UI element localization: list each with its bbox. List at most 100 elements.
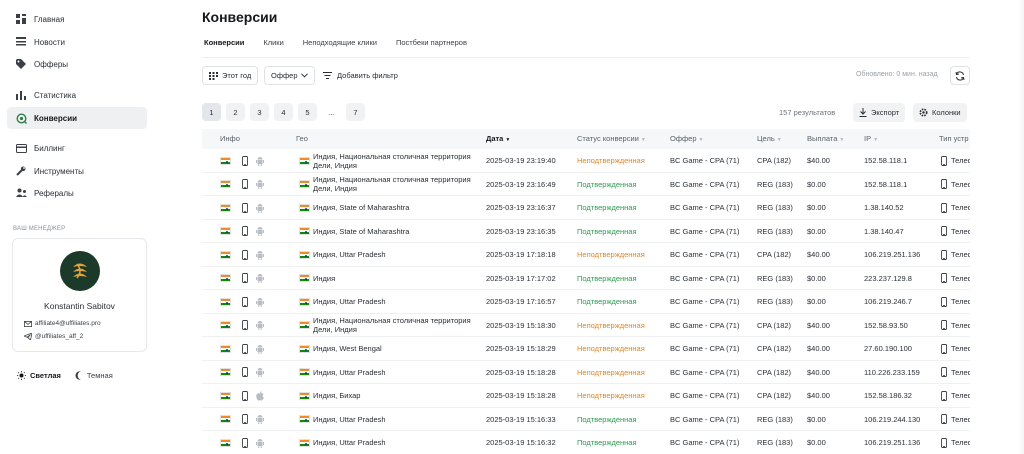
table-row[interactable]: Индия 2025-03-19 17:17:02 Подтвержденная BC… [202, 267, 970, 291]
sidebar-item-billing[interactable]: Биллинг [7, 137, 147, 159]
scrollbar[interactable] [1018, 0, 1024, 454]
theme-light-label: Светлая [30, 370, 61, 380]
export-button[interactable]: Экспорт [853, 103, 906, 122]
table-row[interactable]: Индия, Uttar Pradesh 2025-03-19 17:16:57 П… [202, 290, 970, 314]
sidebar-item-home[interactable]: Главная [7, 8, 147, 30]
bar-chart-icon [15, 89, 27, 101]
table-row[interactable]: Индия, Uttar Pradesh 2025-03-19 15:18:28 Н… [202, 361, 970, 385]
device-cell: Телеф [941, 220, 970, 244]
android-icon [256, 367, 264, 378]
sort-icon: ▼ [640, 137, 646, 143]
table-row[interactable]: Индия, Национальная столичная территория… [202, 149, 970, 173]
sidebar-item-conversions[interactable]: Конверсии [7, 107, 147, 129]
sort-desc-icon: ▼ [505, 137, 511, 143]
page-button-1[interactable]: 1 [202, 103, 221, 121]
period-filter-button[interactable]: Этот год [202, 66, 259, 85]
column-header-goal[interactable]: Цель ▼ [757, 129, 782, 149]
android-icon [256, 438, 264, 448]
sort-icon: ▼ [873, 137, 879, 143]
sidebar-item-tools[interactable]: Инструменты [7, 160, 147, 182]
india-flag-icon [299, 274, 310, 283]
table-row[interactable]: Индия, State of Maharashtra 2025-03-19 23… [202, 196, 970, 220]
table-row[interactable]: Индия, Бихар 2025-03-19 15:18:28 Неподтвер… [202, 384, 970, 408]
columns-button[interactable]: Колонки [913, 103, 967, 122]
date-cell: 2025-03-19 17:18:18 [486, 250, 556, 260]
offer-select[interactable]: Оффер [264, 66, 315, 85]
india-flag-icon [299, 297, 310, 306]
page-button-2[interactable]: 2 [226, 103, 245, 121]
india-flag-icon [220, 368, 231, 377]
geo-cell: Индия, State of Maharashtra [299, 196, 474, 220]
add-filter-button[interactable]: Добавить фильтр [323, 66, 398, 85]
offer-cell[interactable]: BC Game - CPA (71) [670, 149, 739, 173]
ip-cell: 1.38.140.47 [864, 226, 904, 236]
android-icon [256, 344, 264, 354]
phone-icon [242, 179, 248, 190]
status-badge: Неподтвержденная [577, 156, 645, 166]
date-cell: 2025-03-19 23:19:40 [486, 156, 556, 166]
offer-cell[interactable]: BC Game - CPA (71) [670, 196, 739, 220]
india-flag-icon [299, 415, 310, 424]
page-button-4[interactable]: 4 [274, 103, 293, 121]
offer-cell[interactable]: BC Game - CPA (71) [670, 384, 739, 408]
offer-cell[interactable]: BC Game - CPA (71) [670, 267, 739, 291]
manager-section-label: ВАШ МЕНЕДЖЕР [13, 226, 66, 232]
info-cell [220, 267, 264, 291]
tab-conversions[interactable]: Конверсии [202, 38, 247, 58]
manager-email-row[interactable]: affiliate4@uffiliates.pro [23, 319, 101, 328]
page-button-last[interactable]: 7 [346, 103, 365, 121]
theme-light-button[interactable]: Светлая [13, 367, 65, 383]
manager-telegram-row[interactable]: @uffiliates_aff_2 [23, 332, 83, 341]
table-row[interactable]: Индия, Uttar Pradesh 2025-03-19 15:16:33 П… [202, 408, 970, 432]
offer-cell[interactable]: BC Game - CPA (71) [670, 173, 739, 197]
device-text: Телеф [951, 344, 970, 354]
offer-cell[interactable]: BC Game - CPA (71) [670, 431, 739, 454]
sidebar-item-offers[interactable]: Офферы [7, 53, 147, 75]
table-row[interactable]: Индия, Национальная столичная территория… [202, 173, 970, 197]
tab-partner-postbacks[interactable]: Постбеки партнеров [394, 38, 469, 58]
offer-cell[interactable]: BC Game - CPA (71) [670, 290, 739, 314]
geo-cell: Индия, West Bengal [299, 337, 474, 361]
phone-icon [941, 367, 947, 378]
device-text: Телеф [951, 203, 970, 213]
tab-clicks[interactable]: Клики [261, 38, 285, 58]
offer-cell[interactable]: BC Game - CPA (71) [670, 314, 739, 338]
geo-cell: Индия, State of Maharashtra [299, 220, 474, 244]
offer-cell[interactable]: BC Game - CPA (71) [670, 243, 739, 267]
india-flag-icon [220, 391, 231, 400]
sidebar-item-referrals[interactable]: Рефералы [7, 182, 147, 204]
offer-cell[interactable]: BC Game - CPA (71) [670, 361, 739, 385]
india-flag-icon [299, 391, 310, 400]
page-button-5[interactable]: 5 [298, 103, 317, 121]
phone-icon [242, 226, 248, 237]
offer-cell[interactable]: BC Game - CPA (71) [670, 408, 739, 432]
table-row[interactable]: Индия, Национальная столичная территория… [202, 314, 970, 338]
device-cell: Телеф [941, 267, 970, 291]
table-row[interactable]: Индия, State of Maharashtra 2025-03-19 23… [202, 220, 970, 244]
table-row[interactable]: Индия, Uttar Pradesh 2025-03-19 15:16:32 П… [202, 431, 970, 454]
column-header-status[interactable]: Статус конверсии ▼ [577, 129, 646, 149]
theme-dark-button[interactable]: Темная [71, 367, 117, 383]
status-badge: Неподтвержденная [577, 391, 645, 401]
column-header-ip[interactable]: IP ▼ [864, 129, 878, 149]
android-icon [256, 320, 264, 331]
offer-cell[interactable]: BC Game - CPA (71) [670, 220, 739, 244]
table-row[interactable]: Индия, West Bengal 2025-03-19 15:18:29 Неп… [202, 337, 970, 361]
payout-cell: $40.00 [807, 156, 830, 166]
info-cell [220, 314, 264, 338]
sidebar-item-news[interactable]: Новости [7, 31, 147, 53]
sidebar-item-statistics[interactable]: Статистика [7, 84, 147, 106]
column-header-payout[interactable]: Выплата ▼ [807, 129, 844, 149]
date-cell: 2025-03-19 23:16:37 [486, 203, 556, 213]
page-button-3[interactable]: 3 [250, 103, 269, 121]
column-header-offer[interactable]: Оффер ▼ [670, 129, 703, 149]
tab-invalid-clicks[interactable]: Неподходящие клики [301, 38, 379, 58]
phone-icon [941, 437, 947, 448]
date-cell: 2025-03-19 15:18:30 [486, 320, 556, 330]
offer-cell[interactable]: BC Game - CPA (71) [670, 337, 739, 361]
refresh-button[interactable] [950, 66, 970, 85]
india-flag-icon [220, 438, 231, 447]
device-text: Телеф [951, 156, 970, 166]
column-header-date[interactable]: Дата ▼ [486, 129, 510, 149]
table-row[interactable]: Индия, Uttar Pradesh 2025-03-19 17:18:18 Н… [202, 243, 970, 267]
